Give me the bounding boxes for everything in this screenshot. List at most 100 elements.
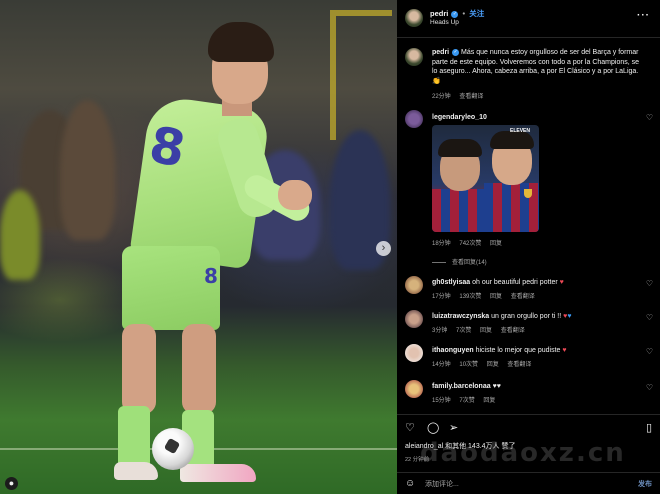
comment-text: gh0stlyisaa oh our beautiful pedri potte…	[432, 278, 644, 288]
reply-link[interactable]: 回复	[490, 294, 502, 300]
reply-link[interactable]: 回复	[480, 328, 492, 334]
comments-list[interactable]: pedri ✓ Más que nunca estoy orgulloso de…	[397, 38, 660, 414]
caption-text: pedri ✓ Más que nunca estoy orgulloso de…	[432, 48, 644, 86]
post-author: pedri ✓ • 关注	[430, 8, 484, 19]
comment-input[interactable]	[425, 478, 615, 490]
post-comment-button[interactable]: 发布	[638, 479, 652, 489]
comment-meta: 3分钟 7次赞 回复 查看翻译	[432, 325, 532, 334]
crowd-figure	[0, 190, 40, 280]
heart-icon[interactable]: ♡	[646, 347, 653, 356]
red-heart-emoji: ♥	[562, 347, 567, 354]
comment-username[interactable]: ithaonguyen	[432, 347, 474, 354]
view-replies[interactable]: 查看回复(14)	[432, 257, 487, 266]
caption-username[interactable]: pedri	[432, 49, 449, 56]
bookmark-icon[interactable]: ▯	[646, 421, 652, 434]
heart-icon[interactable]: ♡	[646, 383, 653, 392]
divider	[432, 261, 446, 263]
comment-likes[interactable]: 7次赞	[456, 328, 471, 334]
avatar[interactable]	[405, 9, 423, 27]
comment-meta: 14分钟 10次赞 回复 查看翻译	[432, 359, 538, 368]
caption-time: 22分钟	[432, 94, 451, 100]
player-hair	[208, 22, 274, 62]
comment-meta: 17分钟 139次赞 回复 查看翻译	[432, 291, 542, 300]
comment-time: 18分钟	[432, 241, 451, 247]
comment-likes[interactable]: 10次赞	[459, 362, 478, 368]
post-header: pedri ✓ • 关注 Heads Up ···	[397, 0, 660, 38]
share-icon[interactable]: ➢	[449, 421, 458, 434]
player-leg	[122, 324, 156, 414]
comment-time: 3分钟	[432, 328, 448, 334]
comment-likes[interactable]: 7次赞	[459, 398, 474, 404]
translate-link[interactable]: 查看翻译	[511, 294, 535, 300]
post-photo[interactable]: 8 8 › ●	[0, 0, 397, 494]
user-icon[interactable]: ●	[5, 477, 18, 490]
translate-link[interactable]: 查看翻译	[507, 362, 531, 368]
likes-summary[interactable]: aleiandro_al 和其他 143.4万人 赞了	[405, 441, 516, 451]
comment-body: hiciste lo mejor que pudiste	[475, 347, 561, 354]
more-icon[interactable]: ···	[637, 10, 650, 21]
reply-link[interactable]: 回复	[490, 241, 502, 247]
crowd-figure	[60, 100, 115, 240]
comment-body: oh our beautiful pedri potter	[472, 279, 558, 286]
caption-body: Más que nunca estoy orgulloso de ser del…	[432, 49, 640, 76]
comment-time: 14分钟	[432, 362, 451, 368]
club-crest	[524, 189, 532, 198]
player-figure: 8 8	[110, 18, 330, 488]
chevron-right-icon[interactable]: ›	[376, 241, 391, 256]
verified-icon: ✓	[451, 10, 459, 18]
red-heart-emoji: ♥	[559, 279, 564, 286]
comment-text: family.barcelonaa ♥♥	[432, 382, 644, 392]
heart-icon[interactable]: ♡	[646, 313, 653, 322]
comment-image[interactable]: ELEVEN	[432, 125, 539, 232]
comment-text: ithaonguyen hiciste lo mejor que pudiste…	[432, 346, 644, 356]
player-leg	[182, 324, 216, 414]
image-hair	[438, 139, 482, 157]
comment-username[interactable]: legendaryleo_10	[432, 114, 487, 121]
comment-username[interactable]: gh0stlyisaa	[432, 279, 470, 286]
follow-button[interactable]: 关注	[469, 9, 484, 18]
comment-body: un gran orgullo por ti !!	[491, 313, 562, 320]
comment-icon[interactable]: ◯	[427, 421, 439, 434]
avatar[interactable]	[405, 110, 423, 128]
heart-icon[interactable]: ♡	[646, 279, 653, 288]
action-bar: ♡ ◯ ➢ ▯	[397, 414, 660, 442]
blue-heart-emoji: ♥	[567, 313, 572, 320]
clap-emoji: 👏	[432, 77, 441, 85]
avatar[interactable]	[405, 380, 423, 398]
avatar[interactable]	[405, 344, 423, 362]
reply-link[interactable]: 回复	[487, 362, 499, 368]
view-replies-label[interactable]: 查看回复(14)	[452, 260, 487, 266]
audio-track[interactable]: Heads Up	[430, 19, 459, 26]
comment-likes[interactable]: 742次赞	[459, 241, 481, 247]
comment-text: legendaryleo_10	[432, 113, 644, 123]
comment-time: 17分钟	[432, 294, 451, 300]
caption-meta: 22分钟 查看翻译	[432, 91, 490, 100]
comment-username[interactable]: luizatrawczynska	[432, 313, 489, 320]
comment-likes[interactable]: 139次赞	[459, 294, 481, 300]
comment-meta: 15分钟 7次赞 回复	[432, 395, 502, 404]
reply-link[interactable]: 回复	[483, 398, 495, 404]
avatar[interactable]	[405, 48, 423, 66]
player-sock	[118, 406, 150, 468]
football	[152, 428, 194, 470]
emoji-icon[interactable]: ☺	[405, 478, 415, 489]
shorts-number: 8	[204, 264, 218, 288]
goal-frame	[330, 10, 392, 140]
avatar[interactable]	[405, 310, 423, 328]
translate-link[interactable]: 查看翻译	[459, 94, 483, 100]
comment-username[interactable]: family.barcelonaa	[432, 383, 491, 390]
comment-composer: ☺ 发布	[397, 472, 660, 494]
translate-link[interactable]: 查看翻译	[501, 328, 525, 334]
player-shorts	[122, 246, 220, 330]
comment-text: luizatrawczynska un gran orgullo por ti …	[432, 312, 644, 322]
player-hands	[278, 180, 312, 210]
post-time: 22 分钟前	[405, 457, 430, 463]
avatar[interactable]	[405, 276, 423, 294]
comment-meta: 18分钟 742次赞 回复	[432, 238, 509, 247]
heart-icon[interactable]: ♡	[405, 421, 415, 434]
author-username[interactable]: pedri	[430, 9, 448, 18]
verified-icon: ✓	[452, 48, 460, 56]
post-detail-panel: pedri ✓ • 关注 Heads Up ··· pedri ✓ Más qu…	[397, 0, 660, 494]
image-label: ELEVEN	[510, 128, 531, 134]
heart-icon[interactable]: ♡	[646, 113, 653, 122]
